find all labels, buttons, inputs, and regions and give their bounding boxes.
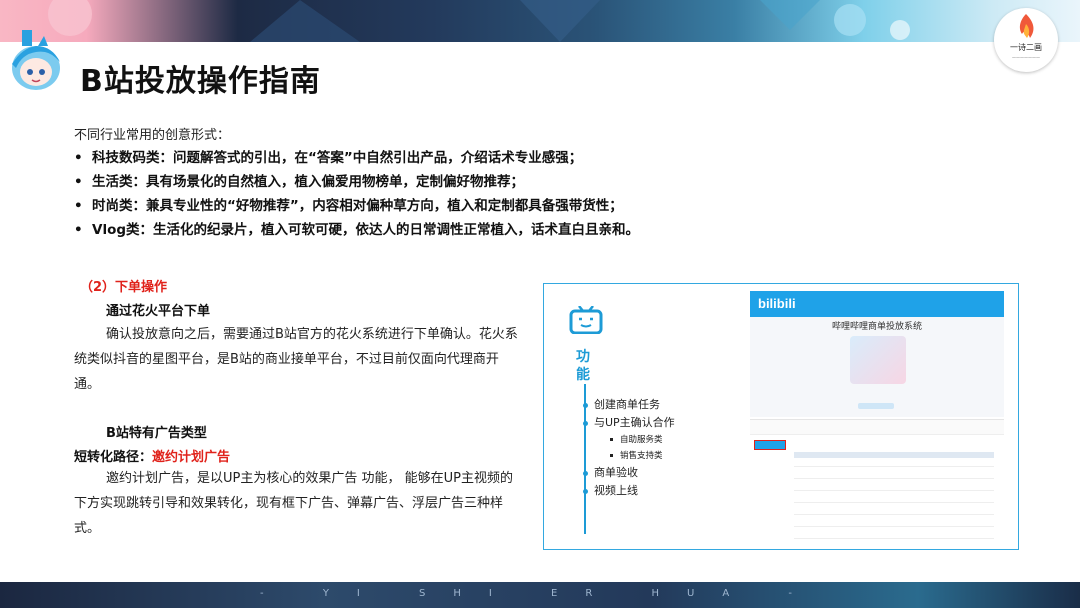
list-item-text: Vlog类：生活化的纪录片，植入可软可硬，依达人的日常调性正常植入，话术直白且亲… [92,222,640,238]
function-label: 功能 [576,349,590,383]
bili-illustration [850,336,906,384]
flame-icon [1019,14,1034,38]
list-item-text: 时尚类：兼具专业性的“好物推荐”，内容相对偏种草方向，植入和定制都具备强带货性； [92,198,623,214]
sub-bullet [610,454,613,457]
intro-text: 不同行业常用的创意形式： [74,128,231,143]
bili-header-bar: bilibili [750,291,1004,317]
tree-item-label: 与UP主确认合作 [594,416,675,429]
footer-text: - YI SHI ER HUA - [260,588,820,599]
system-title: 哔哩哔哩商单投放系统 [831,322,922,332]
list-item: • 生活类：具有场景化的自然植入，植入偏爱用物榜单，定制偏好物推荐； [74,170,639,194]
tree-item: 商单验收 [580,464,675,482]
tree-sub-item: 自助服务类 [580,432,675,448]
subheading: 通过花火平台下单 [106,304,211,319]
table-row [794,538,994,539]
table-row [794,478,994,479]
table-row [794,502,994,503]
tree-item-label: 创建商单任务 [594,398,660,411]
list-item: • 科技数码类：问题解答式的引出，在“答案”中自然引出产品，介绍话术专业感强； [74,146,639,170]
ad-paragraph: 邀约计划广告，是以UP主为核心的效果广告 功能， 能够在UP主视频的下方实现跳转… [74,471,513,536]
table-row [794,466,994,467]
bili-login-panel: bilibili 哔哩哔哩商单投放系统 [750,291,1004,417]
login-button[interactable] [858,403,894,409]
list-item-text: 科技数码类：问题解答式的引出，在“答案”中自然引出产品，介绍话术专业感强； [92,150,583,166]
list-item: • Vlog类：生活化的纪录片，植入可软可硬，依达人的日常调性正常植入，话术直白且… [74,218,639,242]
brand-name: 一诗二画 [1010,43,1042,52]
tree-node [583,421,588,426]
tree-item: 视频上线 [580,482,675,500]
bullet-dot: • [74,150,83,166]
bullet-dot: • [74,198,83,214]
tree-item-label: 商单验收 [594,466,638,479]
table-header-row [794,452,994,458]
list-item-text: 生活类：具有场景化的自然植入，植入偏爱用物榜单，定制偏好物推荐； [92,174,524,190]
table-row [794,490,994,491]
section-heading: （2）下单操作 [80,280,168,295]
bili-logo: bilibili [758,296,796,311]
banner-decoration [48,0,910,42]
brand-tagline-mark: ——————— [1012,55,1040,60]
tree-node [583,471,588,476]
brand-logo: 一诗二画 ——————— [994,8,1058,72]
create-task-button[interactable] [754,440,786,450]
tree-node [583,489,588,494]
tree-item: 创建商单任务 [580,396,675,414]
bilibili-tv-icon [569,306,603,334]
system-screenshot: 功能 创建商单任务 与UP主确认合作 自助服务类 销售支持类 商单验收 视频上线… [543,283,1019,550]
table-toolbar [750,420,1004,435]
creative-forms-list: • 科技数码类：问题解答式的引出，在“答案”中自然引出产品，介绍话术专业感强； •… [74,146,639,242]
bullet-dot: • [74,222,83,238]
path-label: 短转化路径： [74,450,153,465]
order-table-panel [750,419,1004,546]
bottom-banner: - YI SHI ER HUA - [0,582,1080,608]
tree-item-label: 视频上线 [594,484,638,497]
tree-node [583,403,588,408]
tree-sub-label: 销售支持类 [620,451,663,461]
conversion-path: 短转化路径：邀约计划广告 [74,446,230,465]
bullet-dot: • [74,174,83,190]
list-item: • 时尚类：兼具专业性的“好物推荐”，内容相对偏种草方向，植入和定制都具备强带货性… [74,194,639,218]
ad-types-heading: B站特有广告类型 [106,426,207,441]
page-title: B站投放操作指南 [80,64,321,99]
tree-sub-label: 自助服务类 [620,435,663,445]
platform-paragraph: 确认投放意向之后，需要通过B站官方的花火系统进行下单确认。花火系统类似抖音的星图… [74,327,518,392]
table-row [794,514,994,515]
function-tree: 创建商单任务 与UP主确认合作 自助服务类 销售支持类 商单验收 视频上线 [580,396,675,500]
top-banner [0,0,1080,42]
path-value: 邀约计划广告 [152,450,231,465]
tree-sub-item: 销售支持类 [580,448,675,464]
mascot-illustration [12,30,60,90]
tree-item: 与UP主确认合作 [580,414,675,432]
table-row [794,526,994,527]
sub-bullet [610,438,613,441]
